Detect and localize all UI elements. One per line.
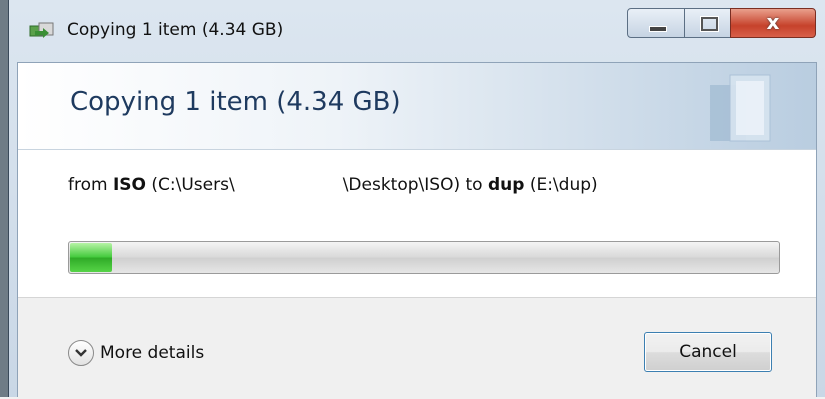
cancel-button[interactable]: Cancel	[644, 332, 772, 372]
transfer-description: from ISO (C:\Users\ \Desktop\ISO) to dup …	[68, 175, 598, 195]
more-details-label[interactable]: More details	[100, 343, 204, 363]
destination-path: (E:\dup)	[524, 175, 598, 195]
maximize-button[interactable]	[684, 8, 731, 38]
close-icon: x	[766, 10, 780, 34]
copy-dialog-window: Copying 1 item (4.34 GB) x Copying 1 ite…	[8, 0, 825, 399]
source-path-rest: \Desktop\ISO)	[342, 175, 461, 195]
maximize-icon	[701, 17, 718, 31]
progress-bar	[68, 241, 780, 274]
to-word: to	[460, 175, 488, 195]
progress-fill	[70, 243, 112, 272]
copy-pages-icon	[710, 74, 771, 142]
source-name[interactable]: ISO	[113, 175, 146, 195]
dialog-content: Copying 1 item (4.34 GB) from ISO (C:\Us…	[17, 62, 817, 399]
destination-name[interactable]: dup	[488, 175, 524, 195]
window-title: Copying 1 item (4.34 GB)	[67, 20, 284, 40]
window-controls: x	[627, 8, 817, 38]
header-band: Copying 1 item (4.34 GB)	[18, 63, 816, 150]
close-button[interactable]: x	[730, 8, 816, 38]
copy-icon	[29, 22, 54, 38]
from-prefix: from	[68, 175, 113, 195]
desktop-background	[0, 0, 8, 397]
chevron-down-icon[interactable]	[68, 340, 94, 366]
title-bar[interactable]: Copying 1 item (4.34 GB) x	[9, 0, 825, 62]
source-path: (C:\Users\	[146, 175, 235, 195]
minimize-button[interactable]	[627, 8, 685, 38]
minimize-icon	[649, 26, 667, 32]
dialog-footer: More details Cancel	[18, 297, 816, 399]
page-title: Copying 1 item (4.34 GB)	[70, 87, 401, 117]
